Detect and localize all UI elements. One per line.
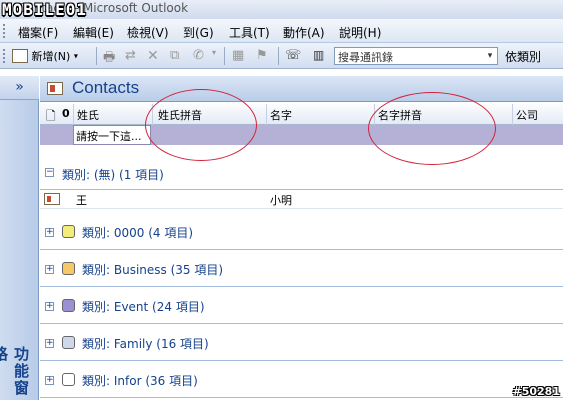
contact-card-icon	[12, 49, 28, 63]
menu-bar: 檔案(F) 編輯(E) 檢視(V) 到(G) 工具(T) 動作(A) 說明(H)	[0, 19, 563, 43]
toolbar-separator	[278, 47, 279, 65]
new-button-label: 新增(N)	[31, 50, 71, 63]
menu-view[interactable]: 檢視(V)	[127, 24, 169, 41]
column-divider	[73, 104, 74, 125]
cell-given-name: 小明	[270, 194, 292, 207]
column-divider	[266, 104, 267, 125]
view-header: Contacts	[40, 76, 563, 102]
book-icon[interactable]: ▥	[313, 48, 324, 64]
annotation-ellipse	[368, 92, 496, 165]
group-label: 類別: Infor (36 項目)	[82, 374, 198, 388]
outlook-window: Contacts - Microsoft Outlook MOBILE01 檔案…	[0, 0, 563, 400]
search-contacts-input[interactable]: 搜尋通訊錄 ▾	[334, 47, 498, 65]
contact-card-icon	[44, 193, 60, 205]
search-placeholder: 搜尋通訊錄	[338, 51, 393, 64]
collapse-icon[interactable]: −	[45, 168, 54, 177]
title-bar: Contacts - Microsoft Outlook MOBILE01	[0, 0, 563, 19]
cell-surname: 王	[76, 194, 87, 207]
menu-tools[interactable]: 工具(T)	[229, 24, 270, 41]
menu-help[interactable]: 說明(H)	[339, 24, 381, 41]
grip-icon	[3, 24, 6, 38]
move-icon[interactable]: ⇄	[125, 48, 136, 64]
group-header[interactable]: − 類別: (無) (1 項目)	[40, 156, 563, 190]
category-color-icon	[62, 262, 75, 275]
column-surname[interactable]: 姓氏	[77, 107, 99, 123]
contacts-icon	[47, 82, 63, 95]
expand-icon[interactable]: +	[45, 376, 54, 385]
column-given-name[interactable]: 名字	[270, 107, 292, 123]
delete-icon[interactable]: ✕	[147, 48, 159, 64]
expand-icon[interactable]: +	[45, 265, 54, 274]
group-header[interactable]: + 類別: Business (35 項目)	[40, 250, 563, 287]
group-header[interactable]: + 類別: Event (24 項目)	[40, 287, 563, 324]
column-divider	[512, 104, 513, 125]
phone-icon[interactable]: ✆	[193, 48, 204, 64]
chevron-down-icon[interactable]: ▾	[212, 48, 216, 64]
group-label: 類別: Family (16 項目)	[82, 337, 209, 351]
group-label: 類別: (無) (1 項目)	[62, 168, 164, 182]
chevron-down-icon: ▾	[73, 51, 78, 61]
category-color-icon	[62, 225, 75, 238]
toolbar: 新增(N) ▾ 🖶 ⇄ ✕ ⧉ ✆ ▾ ▦ ⚑ ☏ ▥ 搜尋通訊錄 ▾ 依類別	[0, 43, 563, 69]
expand-icon[interactable]: +	[45, 302, 54, 311]
toolbar-separator	[96, 47, 97, 65]
column-company[interactable]: 公司	[516, 107, 538, 123]
nav-pane-label[interactable]: 功能窗格	[0, 346, 32, 400]
toolbar-separator	[224, 47, 225, 65]
flag-icon[interactable]: ⚑	[256, 48, 268, 64]
new-button[interactable]: 新增(N) ▾	[12, 48, 92, 64]
watermark: #50281	[512, 385, 561, 398]
menu-go[interactable]: 到(G)	[183, 24, 214, 41]
group-label: 類別: 0000 (4 項目)	[82, 226, 194, 240]
category-color-icon	[62, 299, 75, 312]
grip-icon	[3, 49, 6, 63]
categorize-icon[interactable]: ▦	[232, 48, 244, 64]
expand-nav-button[interactable]: »	[0, 76, 39, 100]
expand-icon[interactable]: +	[45, 228, 54, 237]
chevron-down-icon[interactable]: ▾	[484, 49, 496, 63]
menu-file[interactable]: 檔案(F)	[18, 24, 58, 41]
copy-icon[interactable]: ⧉	[170, 48, 179, 64]
view-dropdown[interactable]: 依類別	[505, 48, 541, 64]
group-label: 類別: Event (24 項目)	[82, 300, 205, 314]
menu-actions[interactable]: 動作(A)	[283, 24, 325, 41]
group-header[interactable]: + 類別: 0000 (4 項目)	[40, 213, 563, 250]
print-icon[interactable]: 🖶	[103, 48, 115, 65]
annotation-ellipse	[145, 89, 257, 161]
category-color-icon	[62, 336, 75, 349]
navigation-pane: » 功能窗格	[0, 76, 39, 400]
table-row[interactable]: 王 小明	[40, 190, 563, 209]
view-title: Contacts	[72, 78, 140, 97]
group-header[interactable]: + 類別: Family (16 項目)	[40, 324, 563, 361]
menu-edit[interactable]: 編輯(E)	[73, 24, 114, 41]
expand-icon[interactable]: +	[45, 339, 54, 348]
group-header[interactable]: + 類別: Infor (36 項目)	[40, 361, 563, 398]
attachment-column-icon[interactable]: 0	[62, 107, 70, 120]
address-book-icon[interactable]: ☏	[285, 48, 301, 64]
group-label: 類別: Business (35 項目)	[82, 263, 224, 277]
category-color-icon	[62, 373, 75, 386]
new-item-input[interactable]: 請按一下這...	[73, 125, 151, 145]
